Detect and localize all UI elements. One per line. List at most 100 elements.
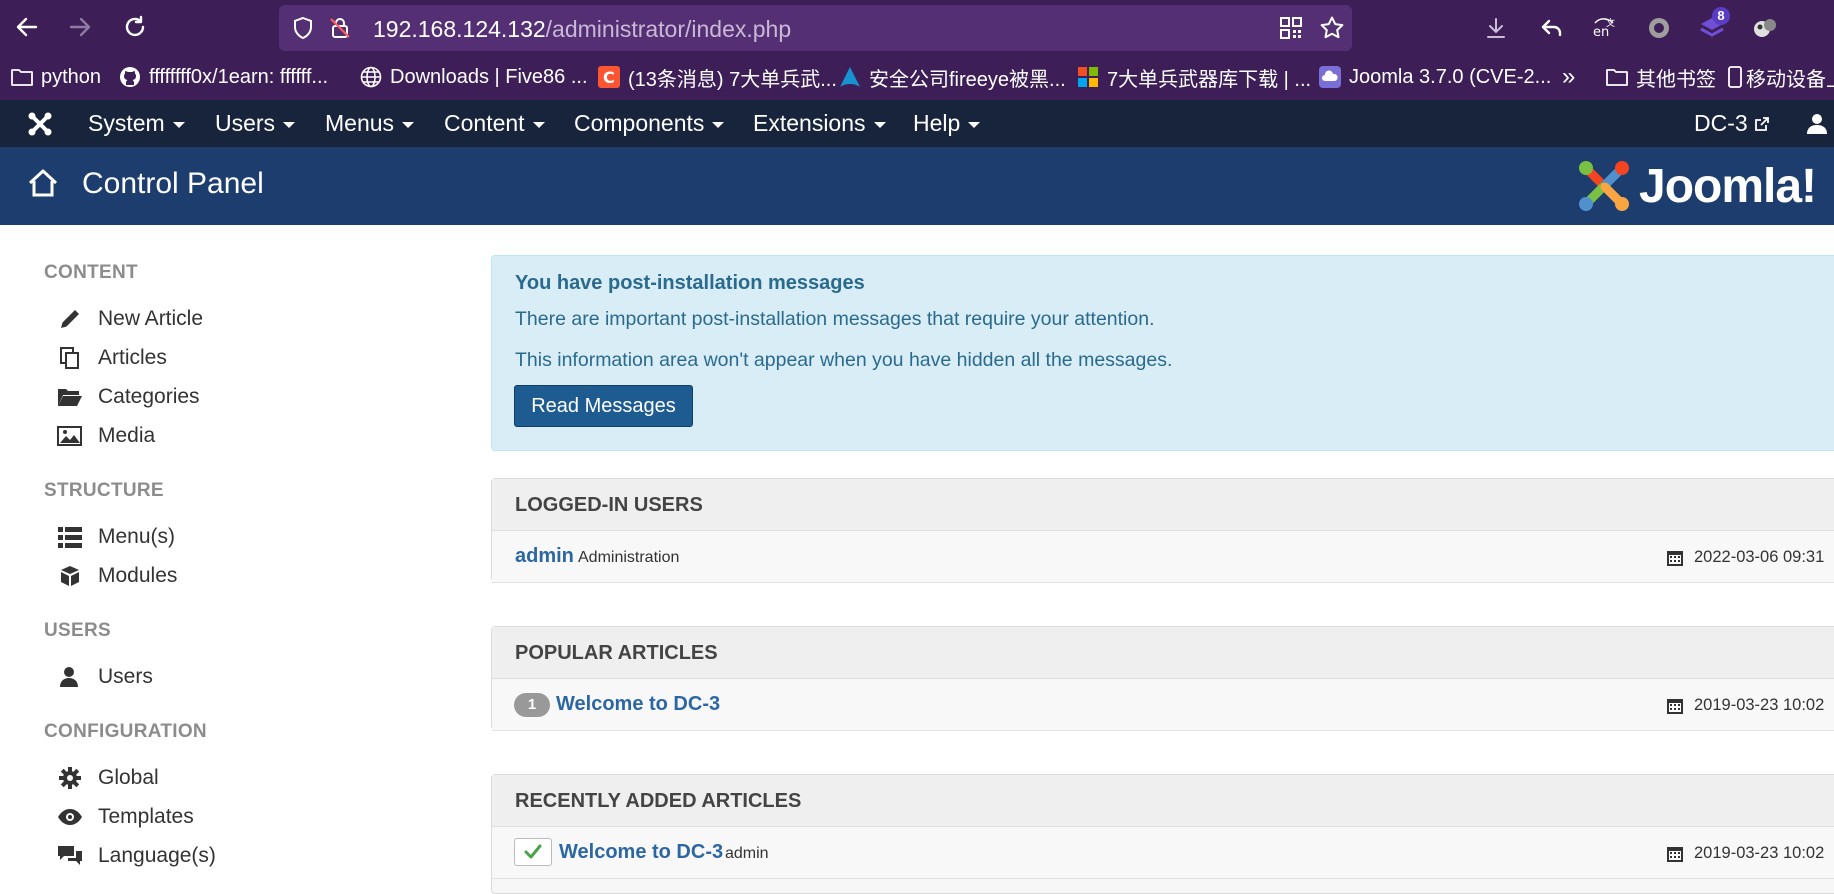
menu-label: Extensions [753,110,866,136]
comments-icon [56,842,84,870]
back-button[interactable] [10,10,44,44]
bookmark-mobile[interactable]: 移动设备上 [1727,64,1834,91]
bookmark-label: 7大单兵武器库下载 | ... [1107,68,1312,91]
bookmark-label: 移动设备上 [1746,68,1834,91]
sidebar-item-label: Language(s) [98,844,216,867]
menu-label: Menus [325,110,395,136]
user-link[interactable]: admin [515,545,574,568]
sidebar-item-users[interactable]: Users [56,662,153,692]
article-author: admin [725,845,769,862]
gear-icon [56,764,84,792]
url-path: /administrator/index.php [545,16,792,42]
insecure-lock-icon[interactable] [328,16,352,40]
article-link[interactable]: Welcome to DC-3 [559,841,723,864]
qr-code-icon[interactable] [1279,16,1303,40]
menu-help[interactable]: Help [913,100,981,147]
bookmark-other[interactable]: 其他书签 [1605,64,1716,91]
caret-down-icon [532,122,545,128]
sidebar-heading-content: CONTENT [44,262,138,283]
sidebar-item-label: Modules [98,564,178,587]
sidebar-item-global[interactable]: Global [56,763,159,793]
sidebar-item-languages[interactable]: Language(s) [56,841,216,871]
menu-users[interactable]: Users [215,100,296,147]
sidebar-item-label: Templates [98,805,194,828]
site-link-label: DC-3 [1694,110,1748,136]
panel-title: LOGGED-IN USERS [515,494,703,516]
menu-content[interactable]: Content [444,100,545,147]
date-text: 2019-03-23 10:02 [1694,844,1825,862]
folder-icon [10,65,34,89]
url-host: 192.168.124.132 [373,16,546,42]
user-client: Administration [578,549,680,566]
sidebar-item-label: Categories [98,385,200,408]
calendar-icon [1667,550,1683,566]
bookmark-joomla-cve[interactable]: Joomla 3.7.0 (CVE-2... [1318,64,1551,90]
bookmark-csdn[interactable]: C (13条消息) 7大单兵武... [597,64,837,91]
sidebar-item-label: New Article [98,307,204,330]
table-row: Welcome to DC-3 admin 2019-03-23 10:02 [492,827,1834,879]
joomla-logo: Joomla! [1575,157,1817,215]
page-header: Control Panel Joomla! [0,147,1834,225]
site-link[interactable]: DC-3 [1694,100,1770,147]
sidebar-item-new-article[interactable]: New Article [56,304,203,334]
article-link[interactable]: Welcome to DC-3 [556,693,720,716]
sidebar-item-media[interactable]: Media [56,421,155,451]
sidebar-item-label: Articles [98,346,167,369]
caret-down-icon [283,122,296,128]
panel-header: RECENTLY ADDED ARTICLES [492,775,1834,827]
list-icon [56,523,84,551]
joomla-brand-icon[interactable] [26,110,54,138]
sidebar-item-label: Users [98,665,153,688]
translate-extension-icon[interactable]: en 文 [1590,13,1620,43]
bookmark-fireeye[interactable]: 安全公司fireeye被黑... [838,64,1066,91]
menu-menus[interactable]: Menus [325,100,415,147]
extension-count-badge: 8 [1712,7,1730,25]
bookmark-python[interactable]: python [10,64,101,90]
menu-components[interactable]: Components [574,100,725,147]
bookmarks-overflow-button[interactable]: » [1562,63,1575,90]
undo-arrow-icon[interactable] [1537,13,1567,43]
windows-tiles-icon [1076,65,1100,89]
bookmark-weapons[interactable]: 7大单兵武器库下载 | ... [1076,64,1312,91]
csdn-icon: C [597,65,621,89]
menu-extensions[interactable]: Extensions [753,100,886,147]
row-date: 2019-03-23 10:02 [1666,844,1824,863]
recent-articles-panel: RECENTLY ADDED ARTICLES Welcome to DC-3 … [491,774,1834,894]
menu-system[interactable]: System [88,100,185,147]
spheres-extension-icon[interactable] [1750,13,1780,43]
download-icon[interactable] [1481,13,1511,43]
joomla-logo-icon [1579,161,1629,211]
read-messages-button[interactable]: Read Messages [514,385,693,427]
sidebar-item-menus[interactable]: Menu(s) [56,522,175,552]
published-toggle[interactable] [514,838,552,866]
sidebar-item-categories[interactable]: Categories [56,382,200,412]
sidebar-item-templates[interactable]: Templates [56,802,194,832]
sidebar-item-articles[interactable]: Articles [56,343,167,373]
sidebar-item-modules[interactable]: Modules [56,561,177,591]
arch-icon [838,65,862,89]
menu-label: Content [444,110,525,136]
row-date: 2019-03-23 10:02 [1666,696,1824,715]
url-bar[interactable]: 192.168.124.132/administrator/index.php [279,5,1352,51]
table-row: 1 Welcome to DC-3 2019-03-23 10:02 [492,679,1834,731]
reload-button[interactable] [118,10,152,44]
calendar-icon [1667,846,1683,862]
url-text[interactable]: 192.168.124.132/administrator/index.php [373,16,791,43]
menu-label: Components [574,110,705,136]
table-row: admin Administration 2022-03-06 09:31 [492,531,1834,583]
bookmark-five86[interactable]: Downloads | Five86 ... [359,64,588,90]
forward-button[interactable] [63,10,97,44]
shield-icon[interactable] [291,16,315,40]
external-link-icon [1754,116,1770,132]
bookmark-1earn[interactable]: ffffffff0x/1earn: ffffff... [118,64,328,90]
bookmark-star-icon[interactable] [1319,15,1345,41]
date-text: 2019-03-23 10:02 [1694,696,1825,714]
globe-icon [359,65,383,89]
user-icon [56,663,84,691]
sidebar-item-label: Media [98,424,156,447]
back-arrow-icon [16,17,38,37]
user-menu-icon[interactable] [1806,112,1828,134]
bookmark-label: (13条消息) 7大单兵武... [628,68,837,91]
circle-extension-icon[interactable] [1644,13,1674,43]
admin-navbar: System Users Menus Content Components Ex… [0,100,1834,147]
